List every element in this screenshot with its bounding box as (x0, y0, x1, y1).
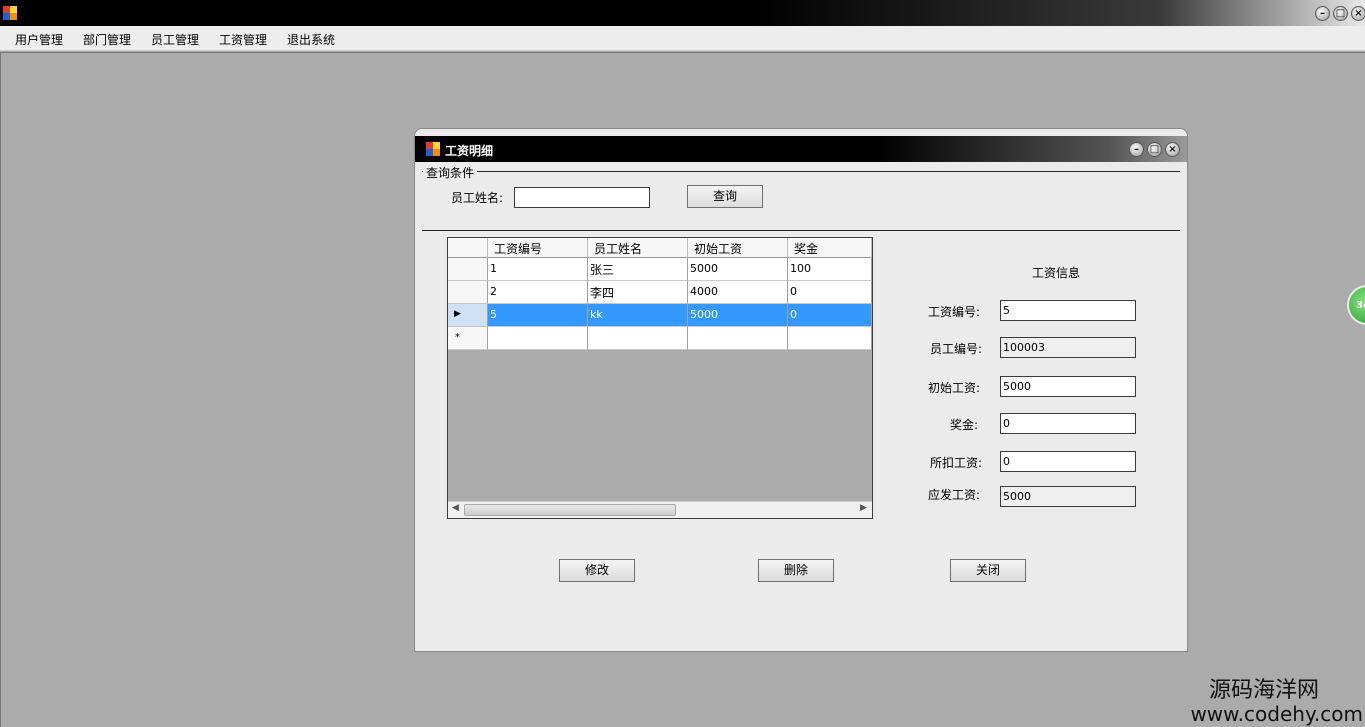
table-row-new[interactable]: * (448, 327, 872, 350)
table-cell[interactable] (588, 327, 688, 350)
table-row[interactable]: 2 李四 4000 0 (448, 281, 872, 304)
form-icon (426, 142, 441, 157)
payable-salary-field[interactable] (1000, 486, 1136, 507)
table-cell[interactable]: kk (588, 304, 688, 327)
menu-bar: 用户管理 部门管理 员工管理 工资管理 退出系统 (0, 26, 1365, 51)
bonus-label: 奖金: (950, 418, 979, 432)
query-group-line (422, 171, 1180, 172)
scroll-right-icon[interactable]: ▶ (860, 503, 867, 513)
salary-id-field[interactable] (1000, 300, 1136, 321)
horizontal-scrollbar[interactable]: ◀ ▶ (448, 501, 872, 518)
query-group-label: 查询条件 (423, 164, 478, 181)
base-salary-label: 初始工资: (928, 381, 981, 395)
column-header-salary-id[interactable]: 工资编号 (488, 238, 588, 258)
row-header[interactable]: * (448, 327, 488, 350)
table-cell[interactable]: 100 (788, 258, 872, 281)
table-cell[interactable]: 5 (488, 304, 588, 327)
restore-icon[interactable]: □ (1333, 6, 1348, 21)
column-header-bonus[interactable]: 奖金 (788, 238, 872, 258)
menu-salary-management[interactable]: 工资管理 (219, 31, 267, 48)
employee-id-label: 员工编号: (930, 342, 983, 356)
watermark-cn: 源码海洋网 (1208, 678, 1319, 703)
close-button[interactable]: 关闭 (950, 559, 1026, 582)
row-header[interactable]: ▶ (448, 304, 488, 327)
app-icon (3, 6, 18, 21)
close-icon[interactable]: × (1351, 6, 1365, 21)
query-group-bottom-line (422, 230, 1180, 231)
column-header-employee-name[interactable]: 员工姓名 (588, 238, 688, 258)
table-cell[interactable]: 0 (788, 304, 872, 327)
scrollbar-thumb[interactable] (464, 504, 676, 516)
salary-id-label: 工资编号: (928, 305, 981, 319)
salary-info-title: 工资信息 (1032, 266, 1081, 280)
table-cell[interactable] (688, 327, 788, 350)
menu-employee-management[interactable]: 员工管理 (151, 31, 199, 48)
table-cell[interactable]: 5000 (688, 258, 788, 281)
current-row-arrow-icon: ▶ (454, 309, 461, 319)
row-header[interactable] (448, 281, 488, 304)
salary-grid[interactable]: 工资编号 员工姓名 初始工资 奖金 1 张三 5000 100 2 李四 400… (447, 237, 873, 519)
menu-exit-system[interactable]: 退出系统 (287, 31, 335, 48)
employee-id-field[interactable] (1000, 337, 1136, 358)
new-row-asterisk-icon: * (455, 332, 460, 343)
employee-name-input[interactable] (514, 187, 650, 208)
query-button[interactable]: 查询 (687, 185, 763, 208)
table-cell[interactable]: 1 (488, 258, 588, 281)
table-cell[interactable]: 2 (488, 281, 588, 304)
menu-user-management[interactable]: 用户管理 (15, 31, 63, 48)
delete-button[interactable]: 删除 (758, 559, 834, 582)
base-salary-field[interactable] (1000, 376, 1136, 397)
watermark: 源码海洋网 www.codehy.com (1150, 672, 1365, 724)
watermark-url: www.codehy.com (1190, 702, 1363, 726)
column-header-base-salary[interactable]: 初始工资 (688, 238, 788, 258)
table-cell[interactable]: 0 (788, 281, 872, 304)
row-header[interactable] (448, 258, 488, 281)
salary-detail-window: 工资明细 – □ × 查询条件 员工姓名: 查询 工资编号 员工姓名 初始工资 … (414, 128, 1188, 652)
minimize-icon[interactable]: – (1129, 142, 1144, 157)
scroll-left-icon[interactable]: ◀ (452, 503, 459, 513)
table-cell[interactable]: 5000 (688, 304, 788, 327)
table-cell[interactable]: 张三 (588, 258, 688, 281)
child-titlebar: 工资明细 – □ × (415, 136, 1187, 162)
restore-icon[interactable]: □ (1147, 142, 1162, 157)
table-cell[interactable]: 李四 (588, 281, 688, 304)
table-row[interactable]: 1 张三 5000 100 (448, 258, 872, 281)
close-icon[interactable]: × (1165, 142, 1180, 157)
table-cell[interactable] (488, 327, 588, 350)
table-cell[interactable] (788, 327, 872, 350)
payable-salary-label: 应发工资: (928, 488, 981, 502)
table-row-selected[interactable]: ▶ 5 kk 5000 0 (448, 304, 872, 327)
child-window-title: 工资明细 (445, 144, 494, 158)
modify-button[interactable]: 修改 (559, 559, 635, 582)
bonus-field[interactable] (1000, 413, 1136, 434)
grid-corner (448, 238, 488, 258)
minimize-icon[interactable]: – (1315, 6, 1330, 21)
deducted-salary-field[interactable] (1000, 451, 1136, 472)
menu-department-management[interactable]: 部门管理 (83, 31, 131, 48)
deducted-salary-label: 所扣工资: (930, 456, 983, 470)
employee-name-label: 员工姓名: (451, 191, 504, 205)
app-titlebar: – □ × (0, 0, 1365, 26)
table-cell[interactable]: 4000 (688, 281, 788, 304)
